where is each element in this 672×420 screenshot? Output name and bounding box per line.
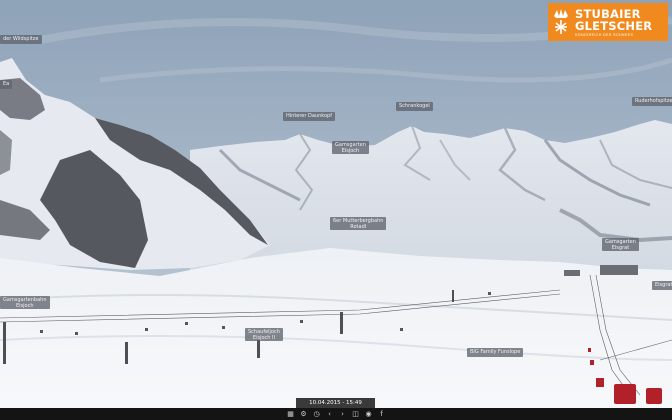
label-gamsgartenbahn-bottom: Eisjoch [15, 303, 34, 309]
label-right-station-bottom: Eisgrat [611, 245, 630, 251]
label-mutterbergbahn[interactable]: 6er Mutterbergbahn Rotadl [330, 217, 387, 230]
label-family-funslope[interactable]: BIG Family Funslope [467, 348, 524, 357]
panorama-image [0, 0, 672, 408]
brand-line-1: STUBAIER [575, 6, 641, 21]
webcam-viewer: der Wildspitze Hinterer Daunkopf Schrank… [0, 0, 672, 420]
settings-icon[interactable]: ⚙ [299, 409, 308, 419]
label-ruderhofspitze[interactable]: Ruderhofspitze [632, 97, 672, 106]
label-far-right[interactable]: Eisgrat [652, 281, 672, 290]
brand-tagline: KÖNIGREICH DES SCHNEES [575, 32, 634, 37]
label-mutterbergbahn-bottom: Rotadl [350, 224, 367, 230]
viewer-toolbar: ▦ ⚙ ◷ ‹ › ◫ ◉ f [0, 408, 672, 420]
next-icon[interactable]: › [338, 409, 347, 419]
brand-line-2: GLETSCHER [575, 18, 653, 33]
facebook-icon[interactable]: f [377, 409, 386, 419]
label-left-edge[interactable]: Ea [0, 80, 13, 89]
label-gamsgartenbahn[interactable]: Gamsgartenbahn Eisjoch [0, 296, 50, 309]
prev-icon[interactable]: ‹ [325, 409, 334, 419]
info-icon[interactable]: ◉ [364, 409, 373, 419]
label-right-station[interactable]: Gamsgarten Eisgrat [602, 238, 639, 251]
stubaier-gletscher-logo[interactable]: STUBAIER GLETSCHER KÖNIGREICH DES SCHNEE… [548, 3, 668, 41]
label-wildspitze[interactable]: der Wildspitze [0, 35, 42, 44]
history-icon[interactable]: ◷ [312, 409, 321, 419]
label-gamsgarten-bottom: Eisjoch [341, 148, 360, 154]
label-schaufeljoch[interactable]: Schaufeljoch Eisjoch II [245, 328, 283, 341]
distant-range [190, 120, 672, 280]
grid-icon[interactable]: ▦ [286, 409, 295, 419]
panorama-icon[interactable]: ◫ [351, 409, 360, 419]
label-schaufeljoch-bottom: Eisjoch II [252, 335, 275, 341]
crown-icon [548, 3, 574, 41]
label-hinterer-daunkopf[interactable]: Hinterer Daunkopf [283, 112, 335, 121]
label-gamsgarten[interactable]: Gamsgarten Eisjoch [332, 141, 369, 154]
label-schrankogel[interactable]: Schrankogel [396, 102, 433, 111]
timestamp: 10.04.2015 - 15:49 [296, 398, 375, 408]
